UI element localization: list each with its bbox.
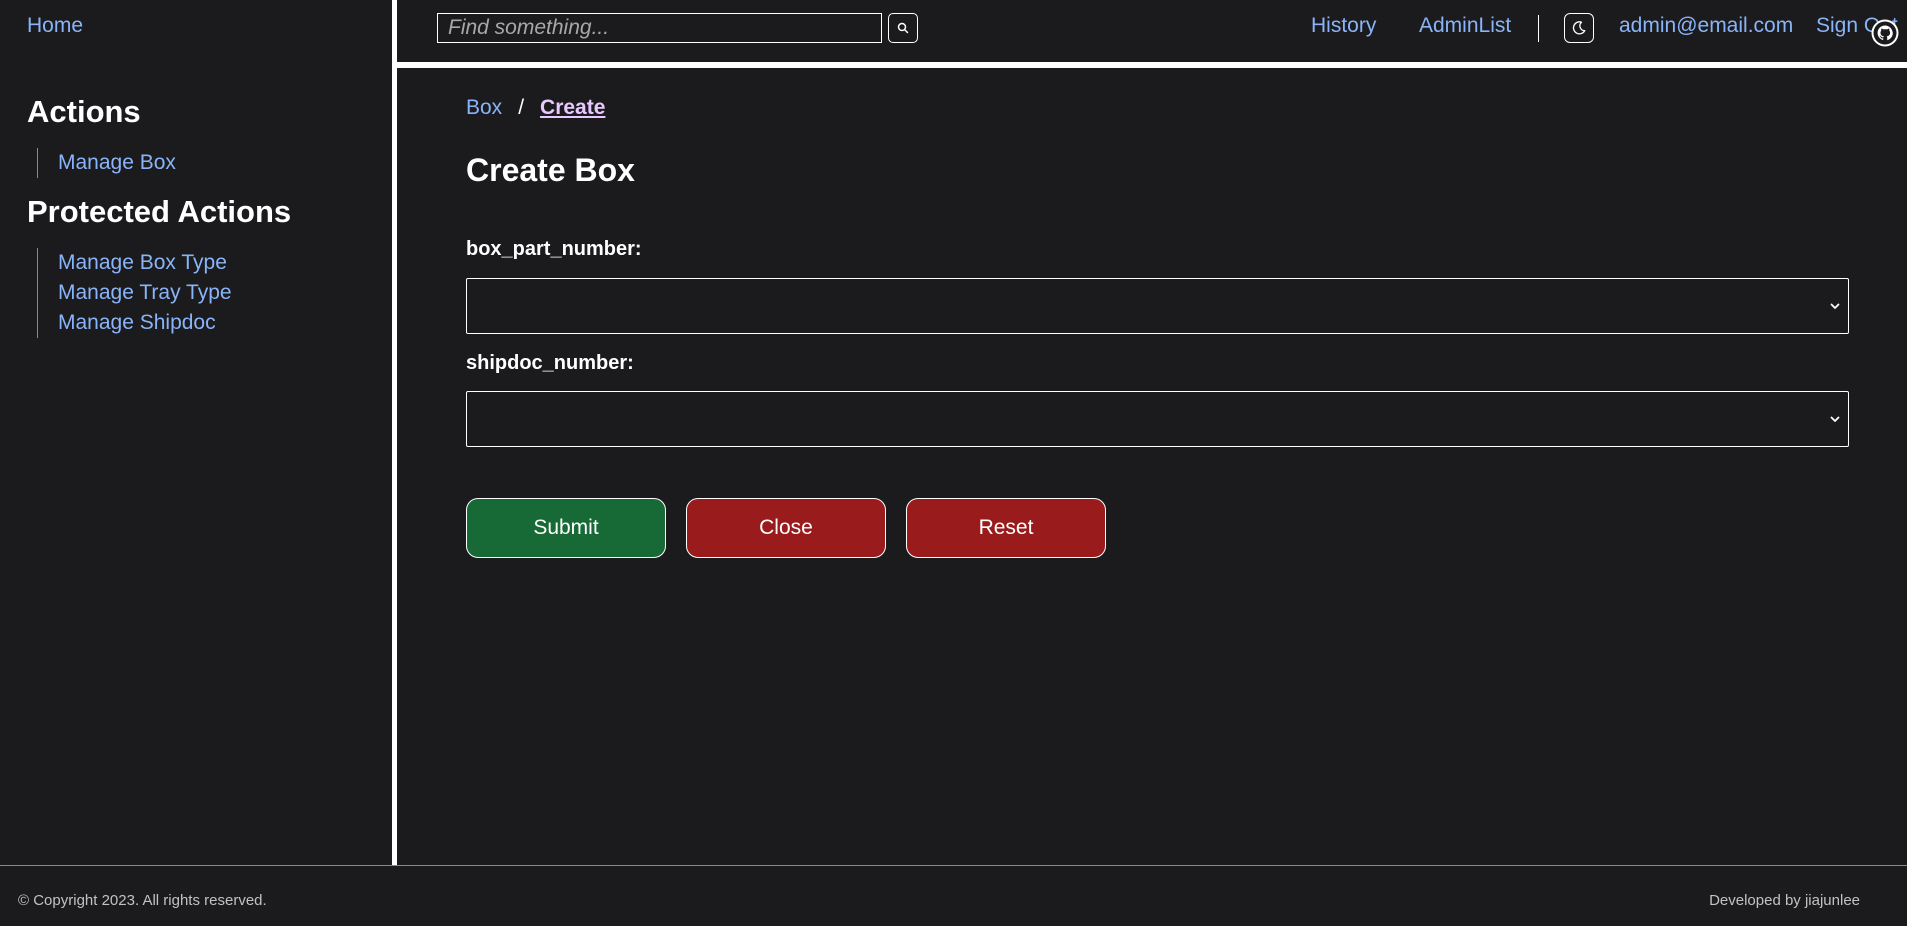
sidebar-item-manage-box[interactable]: Manage Box: [58, 148, 176, 178]
sidebar-item-manage-tray-type[interactable]: Manage Tray Type: [58, 278, 232, 308]
protected-actions-list: Manage Box Type Manage Tray Type Manage …: [37, 248, 232, 338]
breadcrumb-separator: /: [518, 96, 525, 119]
user-email-link[interactable]: admin@email.com: [1619, 14, 1793, 38]
actions-list: Manage Box: [37, 148, 176, 178]
history-link[interactable]: History: [1311, 14, 1376, 38]
footer: © Copyright 2023. All rights reserved. D…: [0, 865, 1907, 926]
box-part-number-label: box_part_number:: [466, 238, 642, 260]
chevron-down-icon: [1830, 303, 1840, 309]
github-icon[interactable]: [1870, 18, 1900, 48]
search-button[interactable]: [888, 13, 918, 43]
search-input[interactable]: [437, 13, 882, 43]
theme-toggle-button[interactable]: [1564, 13, 1594, 43]
actions-heading: Actions: [27, 94, 141, 129]
breadcrumb-create-link[interactable]: Create: [540, 96, 605, 120]
page-title: Create Box: [466, 152, 635, 188]
protected-actions-heading: Protected Actions: [27, 194, 292, 229]
developer-credit: Developed by jiajunlee: [1709, 892, 1860, 909]
submit-button[interactable]: Submit: [466, 498, 666, 558]
shipdoc-number-select[interactable]: [466, 391, 1849, 447]
close-button[interactable]: Close: [686, 498, 886, 558]
breadcrumb-box-link[interactable]: Box: [466, 96, 502, 120]
nav-separator: [1538, 15, 1539, 42]
copyright-text: © Copyright 2023. All rights reserved.: [18, 892, 267, 909]
sidebar-item-manage-shipdoc[interactable]: Manage Shipdoc: [58, 308, 232, 338]
search-icon: [897, 22, 909, 34]
sidebar-divider: [392, 0, 397, 865]
topbar-divider: [397, 62, 1907, 68]
breadcrumb: Box / Create: [466, 96, 605, 120]
adminlist-link[interactable]: AdminList: [1419, 14, 1511, 38]
sidebar: Home Actions Manage Box Protected Action…: [0, 0, 392, 865]
chevron-down-icon: [1830, 416, 1840, 422]
shipdoc-number-label: shipdoc_number:: [466, 352, 634, 374]
sidebar-item-manage-box-type[interactable]: Manage Box Type: [58, 248, 232, 278]
box-part-number-select[interactable]: [466, 278, 1849, 334]
reset-button[interactable]: Reset: [906, 498, 1106, 558]
moon-icon: [1572, 21, 1586, 35]
home-link[interactable]: Home: [27, 14, 83, 38]
